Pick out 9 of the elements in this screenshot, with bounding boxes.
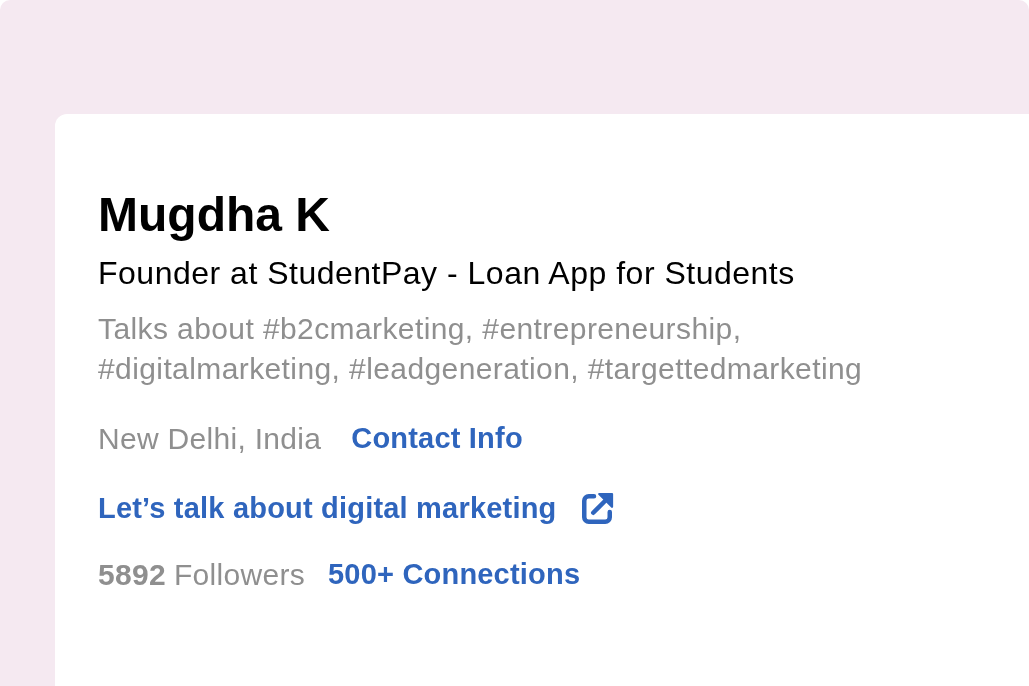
website-link[interactable]: Let’s talk about digital marketing — [98, 491, 557, 526]
connections-link[interactable]: 500+ Connections — [328, 557, 581, 592]
profile-headline: Founder at StudentPay - Loan App for Students — [98, 253, 795, 293]
contact-info-link[interactable]: Contact Info — [351, 421, 523, 456]
followers-label: Followers — [173, 556, 306, 593]
followers-count: 5892 — [98, 556, 166, 593]
topics-text: Talks about #b2cmarketing, #entrepreneurship, #digitalmarketing, #leadgeneration, #targettedmarketing — [98, 310, 864, 387]
location-text: New Delhi, India — [98, 420, 322, 457]
profile-name: Mugdha K — [98, 187, 330, 243]
